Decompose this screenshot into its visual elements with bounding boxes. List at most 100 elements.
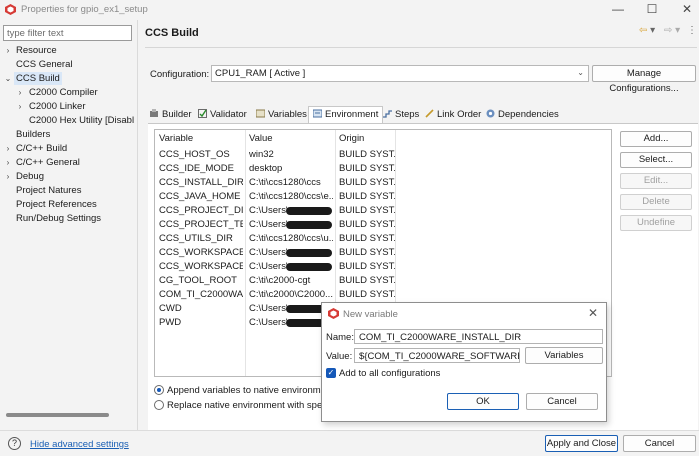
origin-cell: BUILD SYST... bbox=[339, 233, 395, 244]
manage-configurations-button[interactable]: Manage Configurations... bbox=[592, 65, 696, 94]
hide-advanced-settings-link[interactable]: Hide advanced settings bbox=[30, 439, 129, 450]
page-title: CCS Build bbox=[145, 27, 199, 39]
redaction-mark bbox=[286, 249, 332, 257]
tree-item-project-natures[interactable]: Project Natures bbox=[16, 184, 81, 197]
column-header-origin[interactable]: Origin bbox=[339, 133, 364, 144]
forward-arrow-icon[interactable]: ⇨ ▾ bbox=[664, 25, 680, 36]
tab-environment[interactable]: Environment bbox=[308, 106, 384, 123]
filter-input[interactable] bbox=[4, 26, 131, 40]
name-field[interactable]: COM_TI_C2000WARE_INSTALL_DIR bbox=[354, 329, 603, 344]
edit-button[interactable]: Edit... bbox=[620, 173, 692, 189]
chevron-down-icon[interactable]: ⌄ bbox=[4, 74, 12, 83]
tab-builder[interactable]: Builder bbox=[150, 107, 192, 122]
redaction-mark bbox=[286, 207, 332, 215]
tab-validator[interactable]: Validator bbox=[198, 107, 247, 122]
tree-item-debug[interactable]: Debug bbox=[16, 170, 44, 183]
value-field[interactable]: ${COM_TI_C2000WARE_SOFTWARE_PACKAGE_INST… bbox=[354, 348, 520, 363]
table-row[interactable]: CCS_WORKSPACE_T... C:\Users\ BUILD SYST.… bbox=[155, 260, 611, 274]
tab-link-order[interactable]: Link Order bbox=[425, 107, 481, 122]
view-menu-icon[interactable]: ⋮ bbox=[687, 25, 697, 36]
dependencies-icon bbox=[486, 109, 495, 118]
maximize-button[interactable]: ☐ bbox=[644, 2, 660, 16]
tab-dependencies[interactable]: Dependencies bbox=[486, 107, 559, 122]
table-row[interactable]: CCS_UTILS_DIR C:\ti\ccs1280\ccs\u... BUI… bbox=[155, 232, 611, 246]
value-field-value: ${COM_TI_C2000WARE_SOFTWARE_PACKAGE_INST… bbox=[359, 351, 519, 362]
chevron-right-icon[interactable]: › bbox=[4, 46, 12, 55]
back-arrow-icon[interactable]: ⇦ ▾ bbox=[639, 25, 655, 36]
variable-cell: CCS_JAVA_HOME bbox=[159, 191, 241, 202]
tab-dependencies-label: Dependencies bbox=[498, 109, 559, 120]
configuration-select[interactable]: CPU1_RAM [ Active ] ⌄ bbox=[211, 65, 589, 82]
title-bar: Properties for gpio_ex1_setup — ☐ ✕ bbox=[0, 0, 699, 20]
chevron-right-icon[interactable]: › bbox=[16, 88, 24, 97]
variable-cell: CCS_WORKSPACE_T... bbox=[159, 261, 243, 272]
undefine-button[interactable]: Undefine bbox=[620, 215, 692, 231]
close-window-button[interactable]: ✕ bbox=[679, 2, 695, 16]
tab-variables[interactable]: Variables bbox=[256, 107, 307, 122]
value-cell: C:\ti\ccs1280\ccs\e... bbox=[249, 191, 333, 202]
table-row[interactable]: COM_TI_C2000WARE... C:\ti\c2000\C2000...… bbox=[155, 288, 611, 302]
chevron-right-icon[interactable]: › bbox=[4, 172, 12, 181]
add-to-all-configurations-checkbox[interactable]: ✓ bbox=[326, 368, 336, 378]
tree-item-resource[interactable]: Resource bbox=[16, 44, 57, 57]
tab-environment-label: Environment bbox=[325, 109, 379, 120]
tree-item-ccs-build[interactable]: CCS Build bbox=[14, 72, 62, 85]
add-button[interactable]: Add... bbox=[620, 131, 692, 147]
environment-icon bbox=[313, 109, 322, 118]
column-header-value[interactable]: Value bbox=[249, 133, 273, 144]
ok-button[interactable]: OK bbox=[447, 393, 519, 410]
replace-environment-label: Replace native environment with specif bbox=[167, 400, 332, 411]
tab-steps[interactable]: Steps bbox=[383, 107, 419, 122]
variable-cell: CCS_PROJECT_TEM... bbox=[159, 219, 243, 230]
tab-builder-label: Builder bbox=[162, 109, 192, 120]
origin-cell: BUILD SYST... bbox=[339, 205, 395, 216]
header-divider bbox=[145, 47, 697, 48]
table-row[interactable]: CCS_HOST_OS win32 BUILD SYST... bbox=[155, 148, 611, 162]
origin-cell: BUILD SYST... bbox=[339, 149, 395, 160]
variable-cell: CCS_IDE_MODE bbox=[159, 163, 234, 174]
tree-item-project-references[interactable]: Project References bbox=[16, 198, 97, 211]
table-row[interactable]: CCS_IDE_MODE desktop BUILD SYST... bbox=[155, 162, 611, 176]
tree-item-c2000-hex-utility[interactable]: C2000 Hex Utility [Disabl bbox=[29, 114, 134, 127]
close-icon[interactable]: ✕ bbox=[588, 306, 598, 320]
apply-and-close-button[interactable]: Apply and Close bbox=[545, 435, 618, 452]
variable-cell: CCS_WORKSPACE_... bbox=[159, 247, 243, 258]
variables-button[interactable]: Variables bbox=[525, 347, 603, 364]
tree-item-cpp-general[interactable]: C/C++ General bbox=[16, 156, 80, 169]
builder-icon bbox=[150, 109, 158, 117]
value-cell: C:\ti\ccs1280\ccs\u... bbox=[249, 233, 333, 244]
redaction-mark bbox=[286, 221, 332, 229]
append-variables-radio[interactable] bbox=[154, 385, 164, 395]
table-row[interactable]: CCS_WORKSPACE_... C:\Users\ BUILD SYST..… bbox=[155, 246, 611, 260]
table-row[interactable]: CCS_PROJECT_DIR C:\Users\ BUILD SYST... bbox=[155, 204, 611, 218]
sidebar-horizontal-scrollbar[interactable] bbox=[6, 413, 109, 417]
variable-cell: CG_TOOL_ROOT bbox=[159, 275, 237, 286]
cancel-button[interactable]: Cancel bbox=[623, 435, 696, 452]
dialog-cancel-button[interactable]: Cancel bbox=[526, 393, 598, 410]
panel-divider[interactable] bbox=[137, 20, 138, 430]
tree-item-c2000-linker[interactable]: C2000 Linker bbox=[29, 100, 86, 113]
table-row[interactable]: CCS_PROJECT_TEM... C:\Users\ BUILD SYST.… bbox=[155, 218, 611, 232]
chevron-right-icon[interactable]: › bbox=[4, 158, 12, 167]
replace-environment-radio[interactable] bbox=[154, 400, 164, 410]
tab-validator-label: Validator bbox=[210, 109, 247, 120]
chevron-right-icon[interactable]: › bbox=[4, 144, 12, 153]
tree-item-run-debug-settings[interactable]: Run/Debug Settings bbox=[16, 212, 101, 225]
tree-item-c2000-compiler[interactable]: C2000 Compiler bbox=[29, 86, 98, 99]
variable-cell: COM_TI_C2000WARE... bbox=[159, 289, 243, 300]
delete-button[interactable]: Delete bbox=[620, 194, 692, 210]
add-to-all-configurations-label: Add to all configurations bbox=[339, 368, 441, 379]
tree-item-cpp-build[interactable]: C/C++ Build bbox=[16, 142, 67, 155]
minimize-button[interactable]: — bbox=[610, 2, 626, 16]
chevron-right-icon[interactable]: › bbox=[16, 102, 24, 111]
help-icon[interactable]: ? bbox=[8, 437, 21, 450]
tree-item-ccs-general[interactable]: CCS General bbox=[16, 58, 73, 71]
tree-item-builders[interactable]: Builders bbox=[16, 128, 50, 141]
variable-cell: CCS_UTILS_DIR bbox=[159, 233, 233, 244]
table-row[interactable]: CCS_JAVA_HOME C:\ti\ccs1280\ccs\e... BUI… bbox=[155, 190, 611, 204]
table-row[interactable]: CCS_INSTALL_DIR C:\ti\ccs1280\ccs BUILD … bbox=[155, 176, 611, 190]
table-row[interactable]: CG_TOOL_ROOT C:\ti\c2000-cgt BUILD SYST.… bbox=[155, 274, 611, 288]
origin-cell: BUILD SYST... bbox=[339, 261, 395, 272]
column-header-variable[interactable]: Variable bbox=[159, 133, 193, 144]
select-button[interactable]: Select... bbox=[620, 152, 692, 168]
